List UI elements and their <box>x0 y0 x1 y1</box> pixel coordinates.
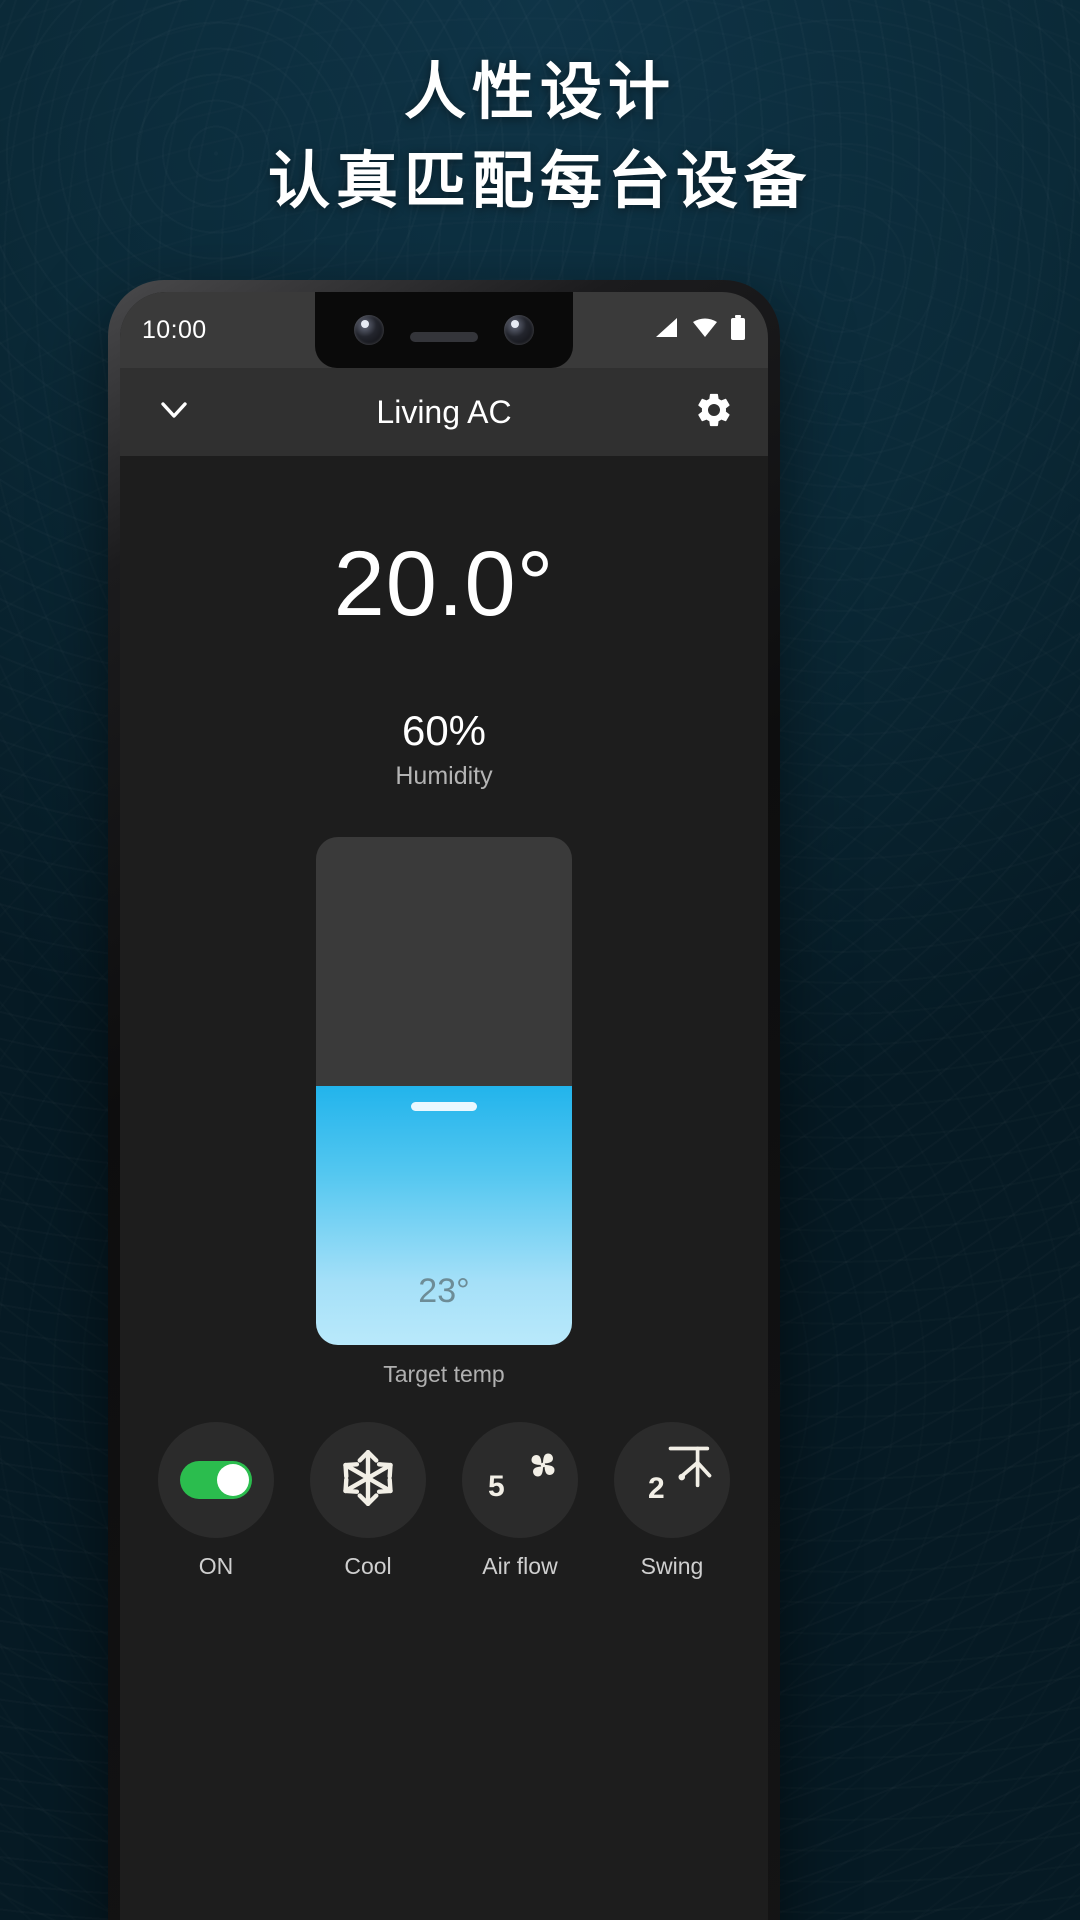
controls-row: ON Cool 5 Air flow 2 Swing <box>120 1422 768 1580</box>
humidity-label: Humidity <box>395 762 493 791</box>
toggle-knob <box>217 1464 249 1497</box>
fan-icon <box>520 1442 566 1493</box>
target-temp-slider-wrap: 23° Target temp <box>316 837 572 1388</box>
front-camera-icon <box>354 315 384 345</box>
target-temp-label: Target temp <box>383 1361 505 1388</box>
promo-headline-line-1: 人性设计 <box>403 55 676 128</box>
earpiece-speaker-icon <box>410 332 478 342</box>
current-temperature: 20.0° <box>333 533 555 635</box>
control-air-flow-label: Air flow <box>482 1553 558 1580</box>
app-bar: Living AC <box>120 368 768 456</box>
snowflake-icon <box>337 1447 399 1514</box>
control-power-label: ON <box>198 1553 234 1580</box>
air-flow-button[interactable]: 5 <box>462 1422 578 1539</box>
chevron-down-icon <box>155 391 193 434</box>
humidity-block: 60% Humidity <box>395 707 493 791</box>
wifi-icon <box>692 316 718 345</box>
control-mode-label: Cool <box>344 1553 392 1580</box>
control-swing[interactable]: 2 Swing <box>598 1422 746 1580</box>
phone-notch <box>315 292 573 368</box>
mode-button[interactable] <box>310 1422 426 1539</box>
swing-icon <box>664 1442 716 1499</box>
target-temp-value: 23° <box>418 1272 470 1311</box>
control-swing-label: Swing <box>640 1553 704 1580</box>
phone-frame: 10:00 Living AC 20.0° 60% Humidity 23° T… <box>108 280 780 1920</box>
control-mode[interactable]: Cool <box>294 1422 442 1580</box>
front-camera-secondary-icon <box>504 315 534 345</box>
signal-icon <box>654 316 680 345</box>
battery-icon <box>730 314 746 346</box>
power-button[interactable] <box>158 1422 274 1539</box>
collapse-button[interactable] <box>146 384 202 440</box>
settings-button[interactable] <box>686 384 742 440</box>
target-temp-slider-fill: 23° <box>316 1086 572 1346</box>
air-flow-level-value: 5 <box>488 1470 505 1504</box>
control-air-flow[interactable]: 5 Air flow <box>446 1422 594 1580</box>
control-power[interactable]: ON <box>142 1422 290 1580</box>
phone-screen: 10:00 Living AC 20.0° 60% Humidity 23° T… <box>120 292 768 1920</box>
target-temp-slider[interactable]: 23° <box>316 837 572 1346</box>
humidity-value: 60% <box>401 707 487 754</box>
promo-headline-line-2: 认真匹配每台设备 <box>267 144 812 218</box>
gear-icon <box>694 390 734 435</box>
swing-level-value: 2 <box>648 1472 665 1506</box>
page-title: Living AC <box>376 393 512 430</box>
status-bar-icons <box>654 314 746 346</box>
target-temp-slider-handle[interactable] <box>411 1102 477 1112</box>
climate-panel: 20.0° 60% Humidity 23° Target temp ON Co… <box>120 456 768 1920</box>
promo-headline: 人性设计 认真匹配每台设备 <box>0 52 1080 221</box>
toggle-switch-icon[interactable] <box>180 1461 252 1500</box>
status-bar-time: 10:00 <box>142 315 207 344</box>
swing-button[interactable]: 2 <box>614 1422 730 1539</box>
